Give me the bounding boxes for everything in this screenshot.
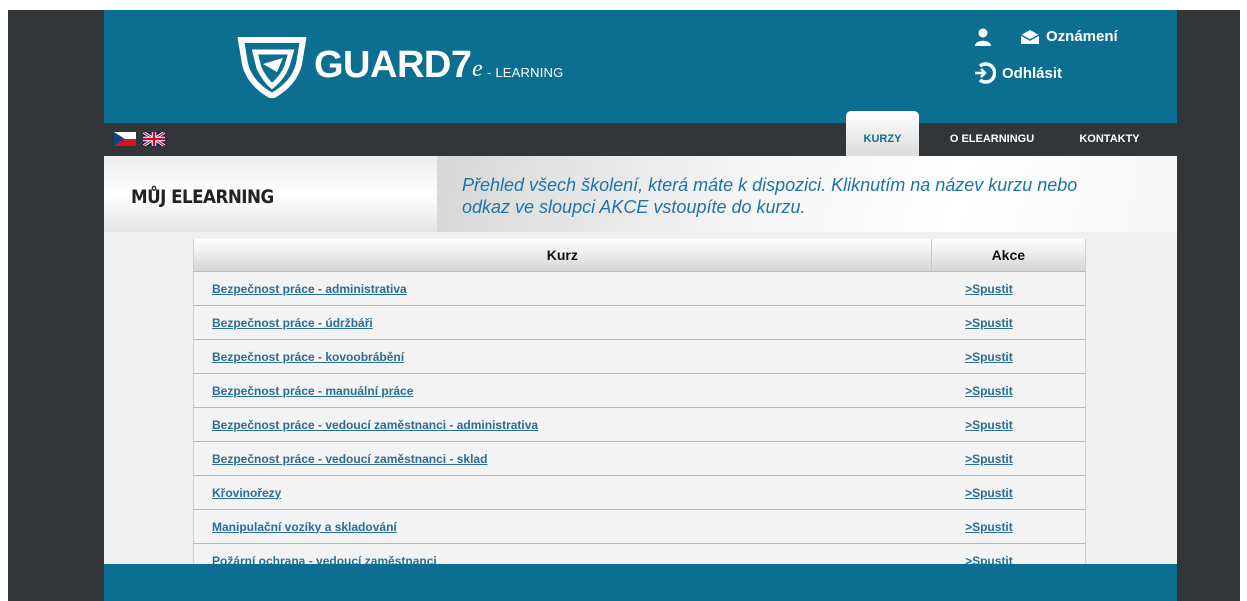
table-row: Manipulační vozíky a skladování >Spustit [193,509,1086,544]
course-link[interactable]: Bezpečnost práce - vedoucí zaměstnanci -… [212,418,538,432]
table-row: Požární ochrana - vedoucí zaměstnanci >S… [193,543,1086,565]
course-link[interactable]: Bezpečnost práce - manuální práce [212,384,413,398]
launch-course-link[interactable]: >Spustit [965,418,1013,432]
launch-course-link[interactable]: >Spustit [965,486,1013,500]
course-cell: Manipulační vozíky a skladování [193,509,932,544]
site-footer [104,564,1177,601]
course-cell: Bezpečnost práce - vedoucí zaměstnanci -… [193,407,932,442]
site-container: GUARD7 e - LEARNING Oznámení Odhlásit KU… [104,10,1177,601]
column-header-akce: Akce [931,239,1086,272]
info-text-line-2: odkaz ve sloupci AKCE vstoupíte do kurzu… [462,197,806,217]
launch-course-link[interactable]: >Spustit [965,384,1013,398]
guard7-shield-logo [237,37,307,98]
table-row: Bezpečnost práce - manuální práce >Spust… [193,373,1086,408]
envelope-icon [1020,29,1040,44]
action-cell: >Spustit [931,271,1086,306]
course-link[interactable]: Bezpečnost práce - kovoobrábění [212,350,404,364]
launch-course-link[interactable]: >Spustit [965,520,1013,534]
tab-o-elearningu[interactable]: O ELEARNINGU [942,123,1042,156]
page-title: MŮJ ELEARNING [131,186,274,208]
action-cell: >Spustit [931,373,1086,408]
table-row: Křovinořezy >Spustit [193,475,1086,510]
nav-bar: KURZY O ELEARNINGU KONTAKTY [104,111,1177,156]
launch-course-link[interactable]: >Spustit [965,282,1013,296]
table-row: Bezpečnost práce - vedoucí zaměstnanci -… [193,441,1086,476]
launch-course-link[interactable]: >Spustit [965,316,1013,330]
action-cell: >Spustit [931,475,1086,510]
action-cell: >Spustit [931,441,1086,476]
brand-e-letter: e [472,56,483,82]
title-band: MŮJ ELEARNING Přehled všech školení, kte… [104,156,1177,232]
brand-subtitle: - LEARNING [487,65,564,80]
notifications-label: Oznámení [1046,28,1118,45]
tab-kurzy[interactable]: KURZY [846,111,919,156]
table-row: Bezpečnost práce - údržbáři >Spustit [193,305,1086,340]
course-link[interactable]: Manipulační vozíky a skladování [212,520,397,534]
user-icon [975,28,991,46]
table-row: Bezpečnost práce - kovoobrábění >Spustit [193,339,1086,374]
courses-table: Kurz Akce Bezpečnost práce - administrat… [193,239,1086,564]
course-cell: Křovinořezy [193,475,932,510]
course-cell: Bezpečnost práce - kovoobrábění [193,339,932,374]
info-text: Přehled všech školení, která máte k disp… [462,174,1142,218]
course-link[interactable]: Bezpečnost práce - vedoucí zaměstnanci -… [212,452,487,466]
info-text-line-1: Přehled všech školení, která máte k disp… [462,175,1078,195]
logout-link[interactable]: Odhlásit [974,62,1062,84]
course-cell: Bezpečnost práce - manuální práce [193,373,932,408]
table-header-row: Kurz Akce [193,239,1086,272]
launch-course-link[interactable]: >Spustit [965,350,1013,364]
course-link[interactable]: Požární ochrana - vedoucí zaměstnanci [212,554,437,565]
course-link[interactable]: Bezpečnost práce - administrativa [212,282,407,296]
course-cell: Bezpečnost práce - administrativa [193,271,932,306]
course-link[interactable]: Bezpečnost práce - údržbáři [212,316,373,330]
column-header-kurz: Kurz [193,239,932,272]
english-flag-icon[interactable] [143,132,165,146]
notifications-link[interactable]: Oznámení [1020,28,1118,45]
launch-course-link[interactable]: >Spustit [965,554,1013,565]
action-cell: >Spustit [931,339,1086,374]
site-header: GUARD7 e - LEARNING Oznámení Odhlásit [104,10,1177,123]
action-cell: >Spustit [931,509,1086,544]
course-link[interactable]: Křovinořezy [212,486,281,500]
page-background: GUARD7 e - LEARNING Oznámení Odhlásit KU… [8,10,1240,601]
action-cell: >Spustit [931,407,1086,442]
content-area: Kurz Akce Bezpečnost práce - administrat… [104,232,1177,564]
logout-icon [975,62,996,84]
logout-label: Odhlásit [1002,64,1063,82]
brand-name: GUARD7 [314,44,472,86]
info-box: Přehled všech školení, která máte k disp… [437,156,1177,232]
course-cell: Bezpečnost práce - údržbáři [193,305,932,340]
table-row: Bezpečnost práce - vedoucí zaměstnanci -… [193,407,1086,442]
launch-course-link[interactable]: >Spustit [965,452,1013,466]
table-row: Bezpečnost práce - administrativa >Spust… [193,271,1086,306]
czech-flag-icon[interactable] [114,132,136,146]
tab-kontakty[interactable]: KONTAKTY [1072,123,1147,156]
user-profile-button[interactable] [974,28,992,46]
action-cell: >Spustit [931,305,1086,340]
action-cell: >Spustit [931,543,1086,565]
course-cell: Bezpečnost práce - vedoucí zaměstnanci -… [193,441,932,476]
course-cell: Požární ochrana - vedoucí zaměstnanci [193,543,932,565]
